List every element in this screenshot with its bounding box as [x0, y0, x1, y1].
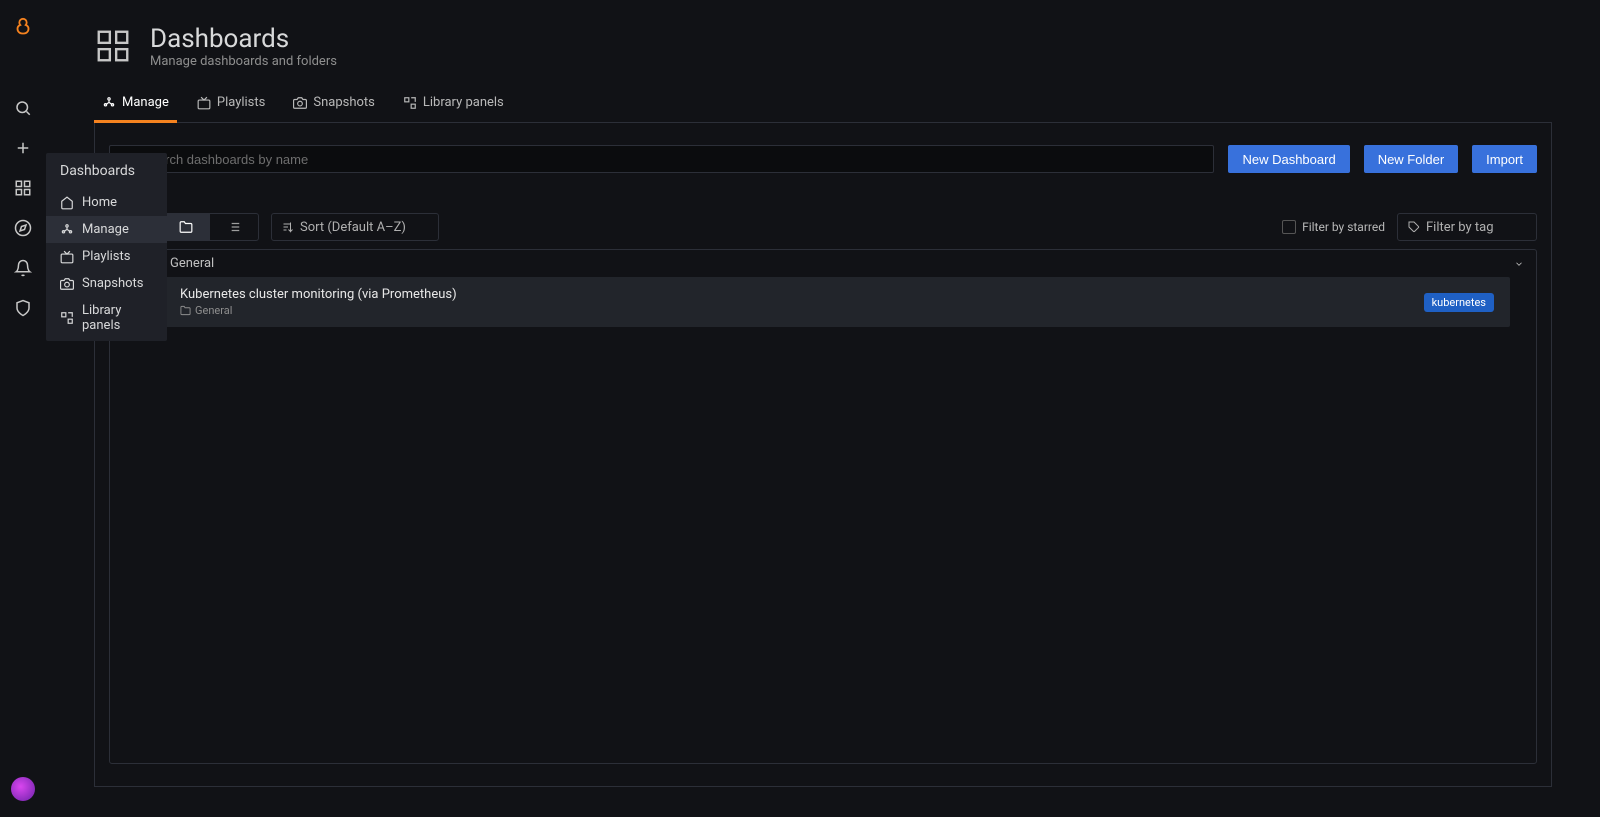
sidebar-rail: [0, 0, 46, 817]
sidebar-item-manage[interactable]: Manage: [46, 216, 167, 243]
sidebar-item-label: Playlists: [82, 249, 130, 264]
list-icon: [227, 220, 241, 234]
tab-playlists[interactable]: Playlists: [189, 85, 273, 122]
folder-view-button[interactable]: [162, 214, 210, 240]
sidebar-item-playlists[interactable]: Playlists: [46, 243, 167, 270]
filter-starred-checkbox[interactable]: [1282, 220, 1296, 234]
sidebar-item-label: Home: [82, 195, 117, 210]
submenu-title: Dashboards: [46, 153, 167, 189]
filter-starred-toggle[interactable]: Filter by starred: [1282, 220, 1385, 234]
dashboards-page-icon: [94, 27, 134, 67]
page-subtitle: Manage dashboards and folders: [150, 54, 337, 69]
tab-label: Snapshots: [313, 95, 375, 110]
tab-manage[interactable]: Manage: [94, 85, 177, 122]
explore-icon[interactable]: [3, 208, 43, 248]
tab-snapshots[interactable]: Snapshots: [285, 85, 383, 122]
dashboard-row[interactable]: Kubernetes cluster monitoring (via Prome…: [136, 277, 1510, 327]
view-toggle: [161, 213, 259, 241]
tab-library-panels[interactable]: Library panels: [395, 85, 512, 122]
server-admin-icon[interactable]: [3, 288, 43, 328]
folder-name: General: [170, 256, 214, 271]
grafana-logo[interactable]: [3, 8, 43, 48]
chevron-down-icon[interactable]: [1514, 259, 1524, 269]
folder-icon: [180, 305, 191, 316]
sidebar-item-label: Manage: [82, 222, 129, 237]
filter-tag-label: Filter by tag: [1426, 220, 1494, 235]
sidebar-item-label: Library panels: [82, 303, 153, 333]
dashboards-icon[interactable]: [3, 168, 43, 208]
toolbar-filters: Sort (Default A–Z) Filter by starred Fil…: [109, 213, 1537, 241]
tag-icon: [1408, 221, 1420, 233]
sidebar-item-home[interactable]: Home: [46, 189, 167, 216]
new-folder-button[interactable]: New Folder: [1364, 145, 1458, 173]
page-header: Dashboards Manage dashboards and folders: [94, 24, 1552, 69]
sidebar-item-library-panels[interactable]: Library panels: [46, 297, 167, 339]
sort-icon: [282, 221, 294, 233]
dashboard-tag[interactable]: kubernetes: [1424, 293, 1494, 312]
dashboard-folder-crumb: General: [180, 304, 1410, 317]
filter-tag-select[interactable]: Filter by tag: [1397, 213, 1537, 241]
chevron-down-icon: [412, 222, 428, 232]
import-button[interactable]: Import: [1472, 145, 1537, 173]
search-input[interactable]: [142, 152, 1203, 167]
tab-label: Playlists: [217, 95, 265, 110]
folder-row[interactable]: General: [110, 250, 1536, 277]
search-icon[interactable]: [3, 88, 43, 128]
new-dashboard-button[interactable]: New Dashboard: [1228, 145, 1349, 173]
list-view-button[interactable]: [210, 214, 258, 240]
chevron-down-icon: [1510, 222, 1526, 232]
page-title: Dashboards: [150, 24, 337, 54]
search-input-wrap[interactable]: [109, 145, 1214, 173]
tab-label: Manage: [122, 95, 169, 110]
sort-label: Sort (Default A–Z): [300, 220, 406, 235]
tab-label: Library panels: [423, 95, 504, 110]
folder-icon: [179, 220, 193, 234]
dashboard-list: General Kubernetes cluster monitoring (v…: [109, 249, 1537, 764]
sidebar-item-label: Snapshots: [82, 276, 144, 291]
dashboards-submenu: Dashboards Home Manage Playlists Snapsho…: [46, 153, 167, 341]
sidebar-item-snapshots[interactable]: Snapshots: [46, 270, 167, 297]
toolbar-top: New Dashboard New Folder Import: [109, 145, 1537, 173]
main-content: Dashboards Manage dashboards and folders…: [46, 0, 1600, 817]
plus-icon[interactable]: [3, 128, 43, 168]
alerting-icon[interactable]: [3, 248, 43, 288]
tab-bar: Manage Playlists Snapshots Library panel…: [94, 85, 1552, 123]
content-panel: New Dashboard New Folder Import S: [94, 123, 1552, 787]
sort-select[interactable]: Sort (Default A–Z): [271, 213, 439, 241]
avatar[interactable]: [11, 777, 35, 801]
dashboard-title: Kubernetes cluster monitoring (via Prome…: [180, 287, 1410, 302]
filter-starred-label: Filter by starred: [1302, 220, 1385, 234]
